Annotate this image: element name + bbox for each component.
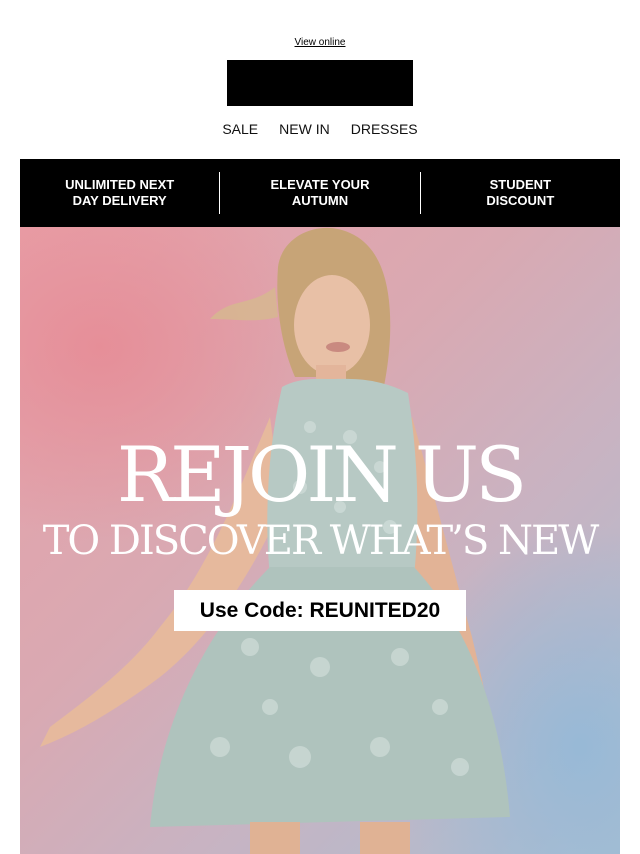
usp-delivery-link[interactable]: UNLIMITED NEXT DAY DELIVERY	[20, 172, 219, 214]
view-online-link[interactable]: View online	[295, 37, 346, 48]
usp-bar: UNLIMITED NEXT DAY DELIVERY ELEVATE YOUR…	[20, 159, 620, 227]
nav-item-dresses[interactable]: DRESSES	[351, 121, 418, 137]
view-online-bar: View online	[0, 37, 640, 48]
top-navigation: SALE NEW IN DRESSES	[0, 121, 640, 137]
usp-student-link[interactable]: STUDENT DISCOUNT	[419, 172, 620, 214]
hero-subheadline: TO DISCOVER WHAT’S NEW	[42, 518, 600, 564]
usp-autumn-link[interactable]: ELEVATE YOUR AUTUMN	[219, 172, 419, 214]
hero-banner[interactable]: REJOIN US TO DISCOVER WHAT’S NEW Use Cod…	[20, 227, 620, 854]
nav-item-sale[interactable]: SALE	[222, 121, 258, 137]
promo-code-button[interactable]: Use Code: REUNITED20	[174, 590, 466, 631]
hero-headline: REJOIN US	[116, 430, 527, 519]
brand-logo[interactable]	[227, 60, 413, 106]
nav-item-new-in[interactable]: NEW IN	[279, 121, 330, 137]
